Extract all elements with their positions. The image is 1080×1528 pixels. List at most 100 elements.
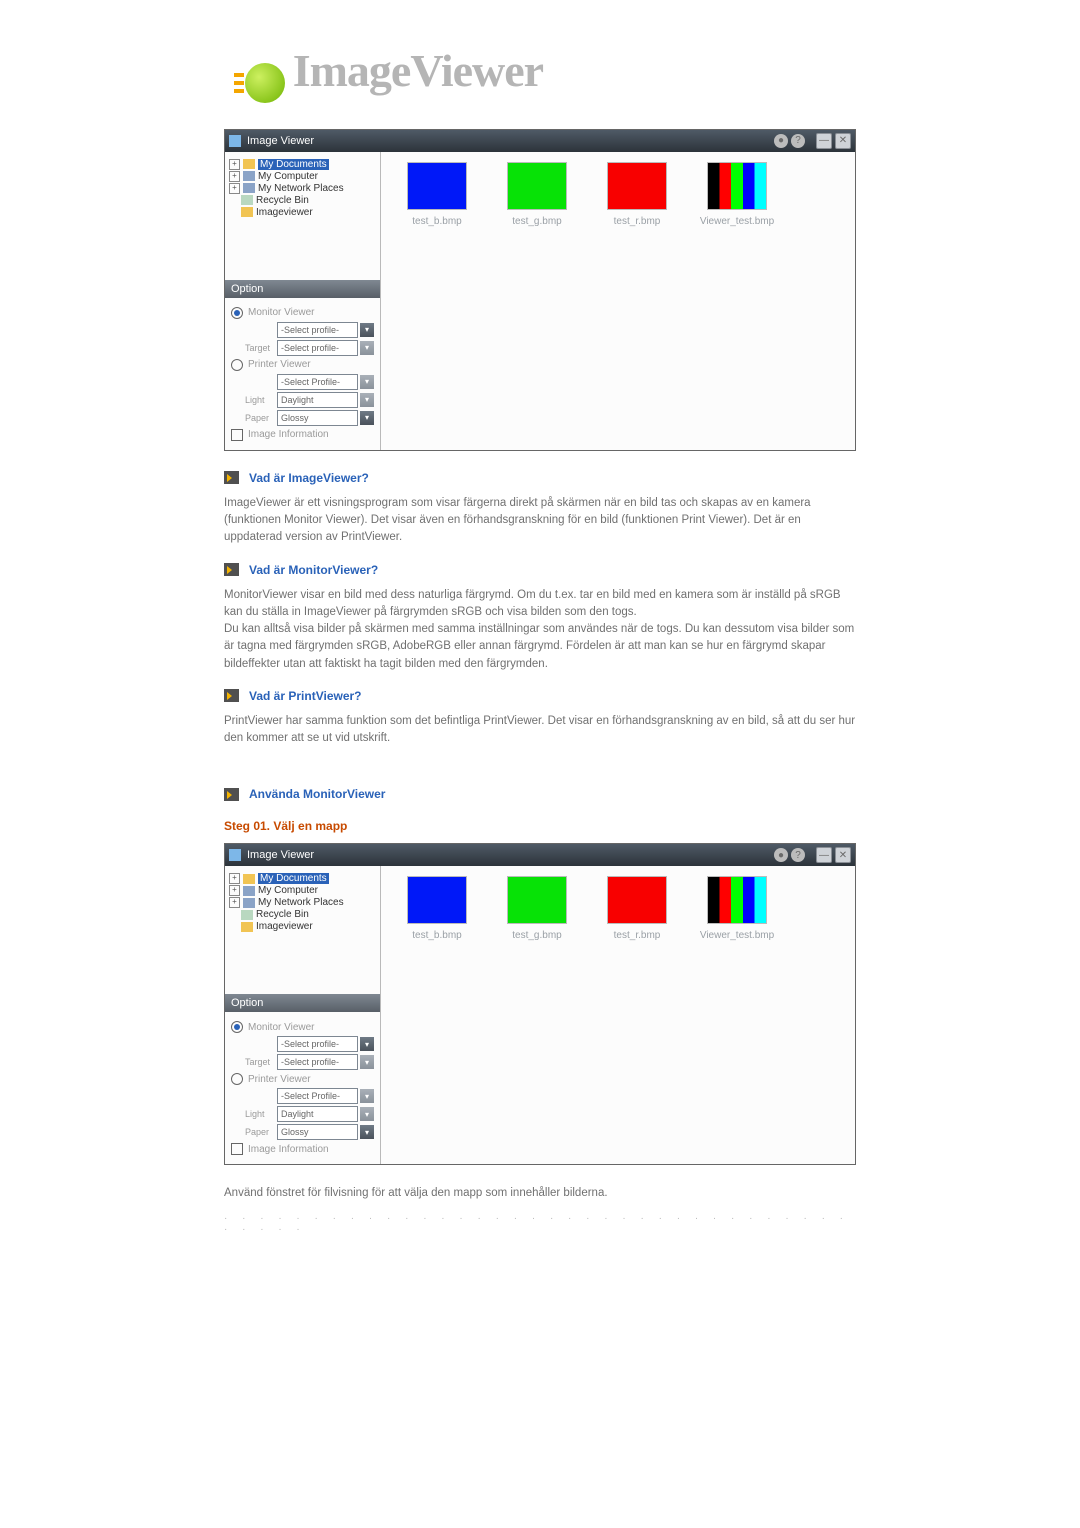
select-value: -Select profile- [277,340,358,356]
thumb-item[interactable]: test_r.bmp [587,876,687,941]
heading-text: Vad är PrintViewer? [249,689,362,703]
close-button[interactable]: ✕ [835,133,851,149]
titlebar-btn-a[interactable]: ● [774,848,788,862]
tree-item-imageviewer[interactable]: Imageviewer [229,207,376,218]
tree-item-my-documents[interactable]: +My Documents [229,873,376,884]
select-label: Target [245,1057,277,1067]
thumbnail-image [707,876,767,924]
help-button[interactable]: ? [791,848,805,862]
expand-icon[interactable]: + [229,885,240,896]
thumb-item[interactable]: test_g.bmp [487,162,587,227]
tree-item-recycle[interactable]: Recycle Bin [229,195,376,206]
thumb-item[interactable]: Viewer_test.bmp [687,162,787,227]
help-button[interactable]: ? [791,134,805,148]
heading-text: Använda MonitorViewer [249,787,385,801]
section-heading-printviewer: Vad är PrintViewer? [224,689,856,703]
select-value: -Select profile- [277,322,358,338]
check-label: Image Information [248,1144,329,1155]
tree-item-my-computer[interactable]: +My Computer [229,885,376,896]
monitor-profile-select[interactable]: -Select profile-▾ [245,1036,374,1052]
thumb-item[interactable]: Viewer_test.bmp [687,876,787,941]
image-information-check[interactable]: Image Information [231,429,374,441]
chevron-down-icon[interactable]: ▾ [360,1089,374,1103]
printer-light-select[interactable]: LightDaylight▾ [245,1106,374,1122]
imageviewer-window-step: Image Viewer ● ? — ✕ +My Documents +My C… [224,843,856,1165]
window-title: Image Viewer [247,849,314,861]
monitor-target-select[interactable]: Target-Select profile-▾ [245,340,374,356]
chevron-down-icon[interactable]: ▾ [360,393,374,407]
network-icon [243,898,255,908]
tree-item-network[interactable]: +My Network Places [229,897,376,908]
thumb-item[interactable]: test_r.bmp [587,162,687,227]
sidebar: +My Documents + My Computer +My Network P… [225,152,381,450]
monitor-viewer-radio[interactable]: Monitor Viewer [231,307,374,319]
printer-paper-select[interactable]: PaperGlossy▾ [245,410,374,426]
monitor-profile-select[interactable]: -Select profile-▾ [245,322,374,338]
radio-label: Printer Viewer [248,1074,311,1085]
tree-label: Imageviewer [256,207,313,218]
tree-label: Recycle Bin [256,909,309,920]
image-information-check[interactable]: Image Information [231,1143,374,1155]
chevron-down-icon[interactable]: ▾ [360,375,374,389]
thumb-label: test_b.bmp [412,216,461,227]
app-icon [229,135,241,147]
bullet-icon [224,563,239,576]
chevron-down-icon[interactable]: ▾ [360,1055,374,1069]
tree-item-my-computer[interactable]: + My Computer [229,171,376,182]
folder-icon [241,922,253,932]
tree-item-my-documents[interactable]: +My Documents [229,159,376,170]
radio-label: Printer Viewer [248,359,311,370]
expand-icon[interactable]: + [229,873,240,884]
select-label: Paper [245,413,277,423]
tree-item-network[interactable]: +My Network Places [229,183,376,194]
monitor-viewer-radio[interactable]: Monitor Viewer [231,1021,374,1033]
minimize-button[interactable]: — [816,847,832,863]
printer-viewer-radio[interactable]: Printer Viewer [231,359,374,371]
thumbnail-image [407,876,467,924]
minimize-button[interactable]: — [816,133,832,149]
divider-dots: · · · · · · · · · · · · · · · · · · · · … [224,1213,856,1235]
select-label: Paper [245,1127,277,1137]
thumb-label: test_g.bmp [512,216,561,227]
thumb-item[interactable]: test_g.bmp [487,876,587,941]
chevron-down-icon[interactable]: ▾ [360,341,374,355]
thumbnail-image [707,162,767,210]
printer-profile-select[interactable]: -Select Profile-▾ [245,1088,374,1104]
expand-icon[interactable]: + [229,159,240,170]
thumb-label: test_g.bmp [512,930,561,941]
paragraph: MonitorViewer visar en bild med dess nat… [224,587,856,673]
recycle-icon [241,195,253,205]
option-panel: Monitor Viewer -Select profile-▾ Target-… [225,1012,380,1164]
monitor-target-select[interactable]: Target-Select profile-▾ [245,1054,374,1070]
bullet-icon [224,788,239,801]
logo-text: ImageViewer [293,45,543,96]
chevron-down-icon[interactable]: ▾ [360,323,374,337]
thumb-item[interactable]: test_b.bmp [387,876,487,941]
thumb-item[interactable]: test_b.bmp [387,162,487,227]
printer-paper-select[interactable]: PaperGlossy▾ [245,1124,374,1140]
titlebar-btn-a[interactable]: ● [774,134,788,148]
close-button[interactable]: ✕ [835,847,851,863]
checkbox-icon [231,429,243,441]
select-value: Glossy [277,410,358,426]
sidebar: +My Documents +My Computer +My Network P… [225,866,381,1164]
expand-icon[interactable]: + [229,183,240,194]
printer-profile-select[interactable]: -Select Profile-▾ [245,374,374,390]
radio-icon [231,359,243,371]
thumbnail-area: test_b.bmp test_g.bmp test_r.bmp Viewer_… [381,866,855,1164]
thumb-label: test_b.bmp [412,930,461,941]
tree-item-recycle[interactable]: Recycle Bin [229,909,376,920]
chevron-down-icon[interactable]: ▾ [360,1125,374,1139]
expand-icon[interactable]: + [229,897,240,908]
printer-viewer-radio[interactable]: Printer Viewer [231,1073,374,1085]
tree-item-imageviewer[interactable]: Imageviewer [229,921,376,932]
chevron-down-icon[interactable]: ▾ [360,1037,374,1051]
chevron-down-icon[interactable]: ▾ [360,411,374,425]
printer-light-select[interactable]: LightDaylight▾ [245,392,374,408]
chevron-down-icon[interactable]: ▾ [360,1107,374,1121]
folder-tree[interactable]: +My Documents +My Computer +My Network P… [225,866,380,994]
tree-label: My Computer [258,171,318,182]
folder-tree[interactable]: +My Documents + My Computer +My Network P… [225,152,380,280]
expand-icon[interactable]: + [229,171,240,182]
select-label: Target [245,343,277,353]
